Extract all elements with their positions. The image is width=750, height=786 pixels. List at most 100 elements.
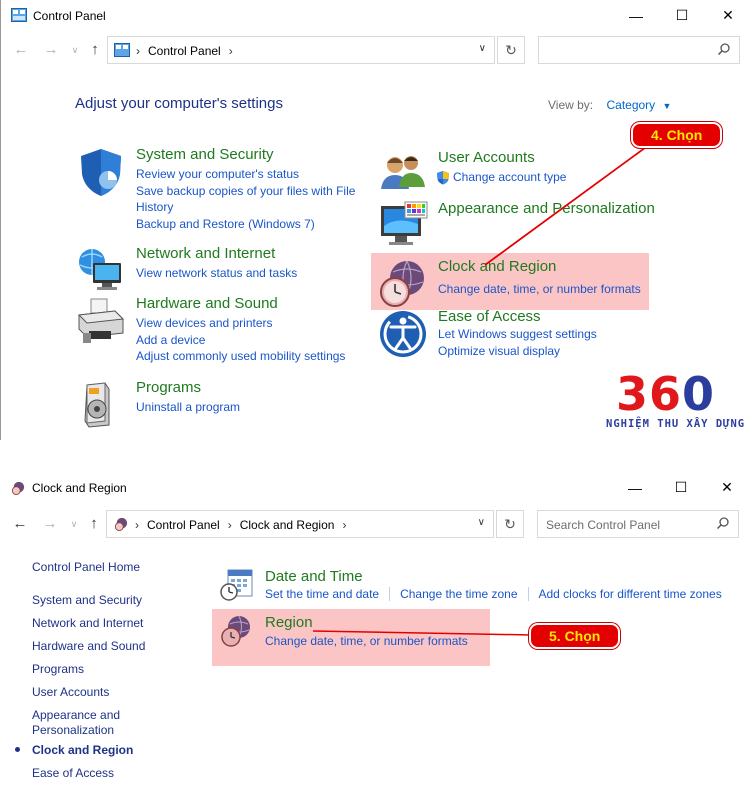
forward-arrow-icon[interactable]: → [41,41,61,59]
control-panel-icon [11,8,27,22]
section-title[interactable]: Date and Time [265,568,363,585]
search-placeholder: Search Control Panel [546,518,661,532]
minimize-button[interactable]: — [612,472,658,503]
chevron-right-icon[interactable]: › [342,518,346,532]
control-panel-icon [114,43,130,57]
link-change-time-zone[interactable]: Change the time zone [389,587,527,601]
clock-and-region-window: Clock and Region — ☐ ✕ ← → ∨ ↑ › Control… [0,472,750,786]
clock-globe-icon [11,481,25,495]
chevron-right-icon: › [135,518,139,532]
category-title[interactable]: Hardware and Sound [136,295,278,312]
breadcrumb-control-panel[interactable]: Control Panel [147,518,220,532]
link-save-backup-cont[interactable]: History [136,199,355,216]
monitor-icon [381,201,428,245]
search-icon [717,43,730,56]
breadcrumb-clock-and-region[interactable]: Clock and Region [240,518,335,532]
sidebar-item-system-security[interactable]: System and Security [32,593,142,608]
minimize-button[interactable]: — [613,0,659,31]
triangle-down-icon[interactable]: ▼ [663,101,672,111]
up-arrow-icon[interactable]: ↑ [84,515,104,533]
printer-icon [77,298,125,343]
page-title: Adjust your computer's settings [75,95,283,112]
sidebar-item-clock-region[interactable]: Clock and Region [15,743,134,758]
search-icon [716,517,729,530]
logo-digit-0: 0 [682,367,716,421]
link-change-account-type[interactable]: Change account type [453,169,566,186]
search-input[interactable] [538,36,740,64]
link-set-time-date[interactable]: Set the time and date [265,587,389,601]
sidebar-item-label: Clock and Region [32,743,134,757]
callout-step-5: 5. Chọn [529,623,621,649]
maximize-button[interactable]: ☐ [658,472,704,503]
search-input[interactable]: Search Control Panel [537,510,739,538]
link-change-formats[interactable]: Change date, time, or number formats [265,633,468,650]
chevron-down-icon[interactable]: ∨ [478,517,485,528]
chevron-right-icon: › [136,44,140,58]
link-backup-restore[interactable]: Backup and Restore (Windows 7) [136,216,355,233]
view-by-select[interactable]: Category [606,98,655,112]
link-uninstall-program[interactable]: Uninstall a program [136,399,240,416]
users-icon [381,156,425,189]
category-title[interactable]: Programs [136,379,201,396]
up-arrow-icon[interactable]: ↑ [85,41,105,59]
programs-icon [84,382,110,428]
link-review-status[interactable]: Review your computer's status [136,166,355,183]
close-button[interactable]: ✕ [704,472,750,503]
clock-globe-icon [380,260,424,307]
close-button[interactable]: ✕ [705,0,750,31]
link-devices-printers[interactable]: View devices and printers [136,315,345,332]
chevron-right-icon[interactable]: › [228,518,232,532]
link-mobility-settings[interactable]: Adjust commonly used mobility settings [136,348,345,365]
category-title[interactable]: Appearance and Personalization [438,200,655,217]
recent-dropdown-icon[interactable]: ∨ [64,515,84,533]
address-toolbar: ← → ∨ ↑ › Control Panel › ∨ ↻ [1,34,750,66]
refresh-button[interactable]: ↻ [496,510,524,538]
category-title[interactable]: Ease of Access [438,308,541,325]
logo-digit-6: 6 [649,367,683,421]
breadcrumb-control-panel[interactable]: Control Panel [148,44,221,58]
address-bar[interactable]: › Control Panel › ∨ [107,36,495,64]
logo-digit-3: 3 [616,367,650,421]
link-network-status[interactable]: View network status and tasks [136,265,297,282]
sidebar-item-user-accounts[interactable]: User Accounts [32,685,109,700]
maximize-button[interactable]: ☐ [659,0,705,31]
link-add-device[interactable]: Add a device [136,332,345,349]
ease-access-icon [380,311,426,357]
title-bar: Control Panel — ☐ ✕ [1,0,750,31]
section-title[interactable]: Region [265,614,313,631]
sidebar-item-home[interactable]: Control Panel Home [32,560,140,575]
sidebar-item-hardware[interactable]: Hardware and Sound [32,639,145,654]
forward-arrow-icon[interactable]: → [40,515,60,533]
back-arrow-icon[interactable]: ← [11,41,31,59]
clock-globe-icon [221,615,250,647]
category-title[interactable]: Clock and Region [438,258,556,275]
logo-tagline: NGHIỆM THU XÂY DỰNG [606,418,746,430]
date-time-links: Set the time and date Change the time zo… [265,587,732,601]
shield-icon [81,149,121,196]
uac-shield-icon [437,170,449,185]
link-save-backup[interactable]: Save backup copies of your files with Fi… [136,183,355,200]
link-change-formats[interactable]: Change date, time, or number formats [438,281,641,298]
refresh-button[interactable]: ↻ [497,36,525,64]
sidebar-item-programs[interactable]: Programs [32,662,84,677]
category-title[interactable]: User Accounts [438,149,535,166]
address-bar[interactable]: › Control Panel › Clock and Region › ∨ [106,510,494,538]
link-optimize-display[interactable]: Optimize visual display [438,343,597,360]
back-arrow-icon[interactable]: ← [10,515,30,533]
link-add-clocks[interactable]: Add clocks for different time zones [527,587,732,601]
chevron-down-icon[interactable]: ∨ [479,43,486,54]
link-suggest-settings[interactable]: Let Windows suggest settings [438,326,597,343]
logo-360: 360 NGHIỆM THU XÂY DỰNG [604,367,744,433]
separator-gap [0,440,750,472]
sidebar-item-ease-access[interactable]: Ease of Access [32,766,114,781]
sidebar-item-network[interactable]: Network and Internet [32,616,143,631]
window-title: Control Panel [33,9,106,23]
chevron-right-icon[interactable]: › [229,44,233,58]
active-bullet-icon [15,747,20,752]
sidebar-item-appearance[interactable]: Appearance and [32,708,120,723]
category-title[interactable]: Network and Internet [136,245,275,262]
control-panel-window: Control Panel — ☐ ✕ ← → ∨ ↑ › Control Pa… [0,0,750,440]
recent-dropdown-icon[interactable]: ∨ [65,41,85,59]
category-title[interactable]: System and Security [136,146,274,163]
sidebar-item-appearance-cont[interactable]: Personalization [32,723,114,738]
